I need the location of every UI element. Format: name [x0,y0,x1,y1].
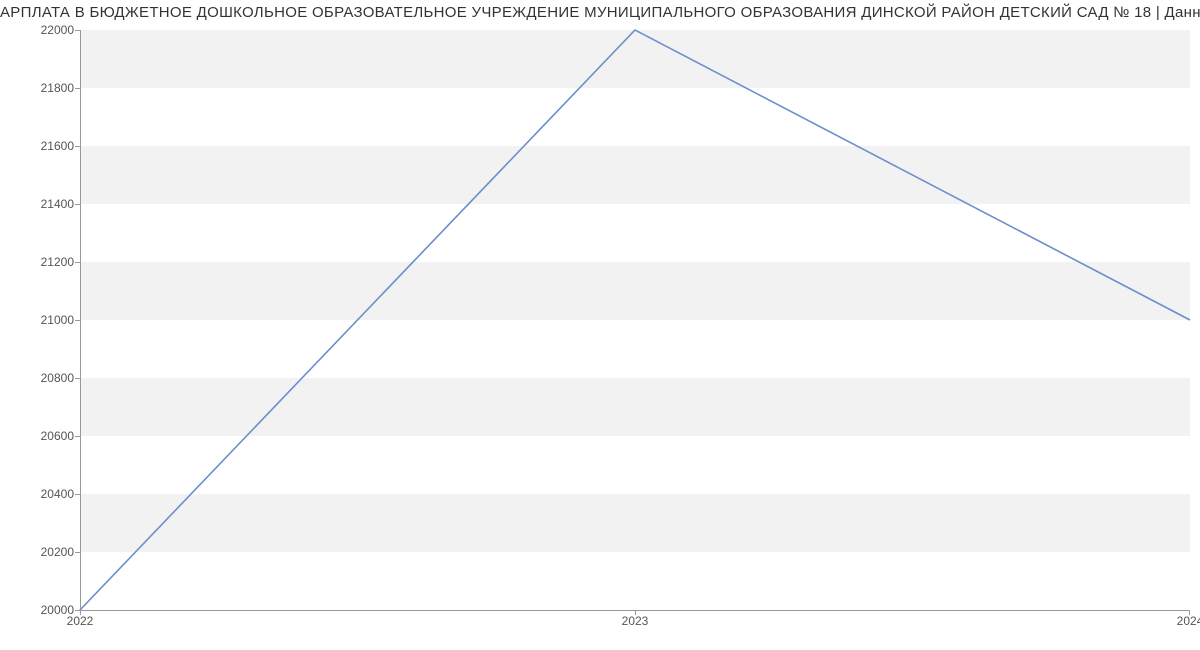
y-tick-label: 21600 [14,139,74,153]
y-tick-label: 20400 [14,487,74,501]
y-tick-label: 20200 [14,545,74,559]
y-tick-label: 20600 [14,429,74,443]
y-tick-label: 21400 [14,197,74,211]
y-tick-label: 21200 [14,255,74,269]
data-line [80,30,1190,610]
x-tick-label: 2023 [622,614,649,628]
y-tick-label: 21000 [14,313,74,327]
chart-title: АРПЛАТА В БЮДЖЕТНОЕ ДОШКОЛЬНОЕ ОБРАЗОВАТ… [0,4,1200,21]
x-tick-label: 2024 [1177,614,1200,628]
y-tick-label: 21800 [14,81,74,95]
chart-plot-area [80,30,1190,610]
y-tick-label: 20800 [14,371,74,385]
y-tick-label: 20000 [14,603,74,617]
y-tick-label: 22000 [14,23,74,37]
x-tick-label: 2022 [67,614,94,628]
